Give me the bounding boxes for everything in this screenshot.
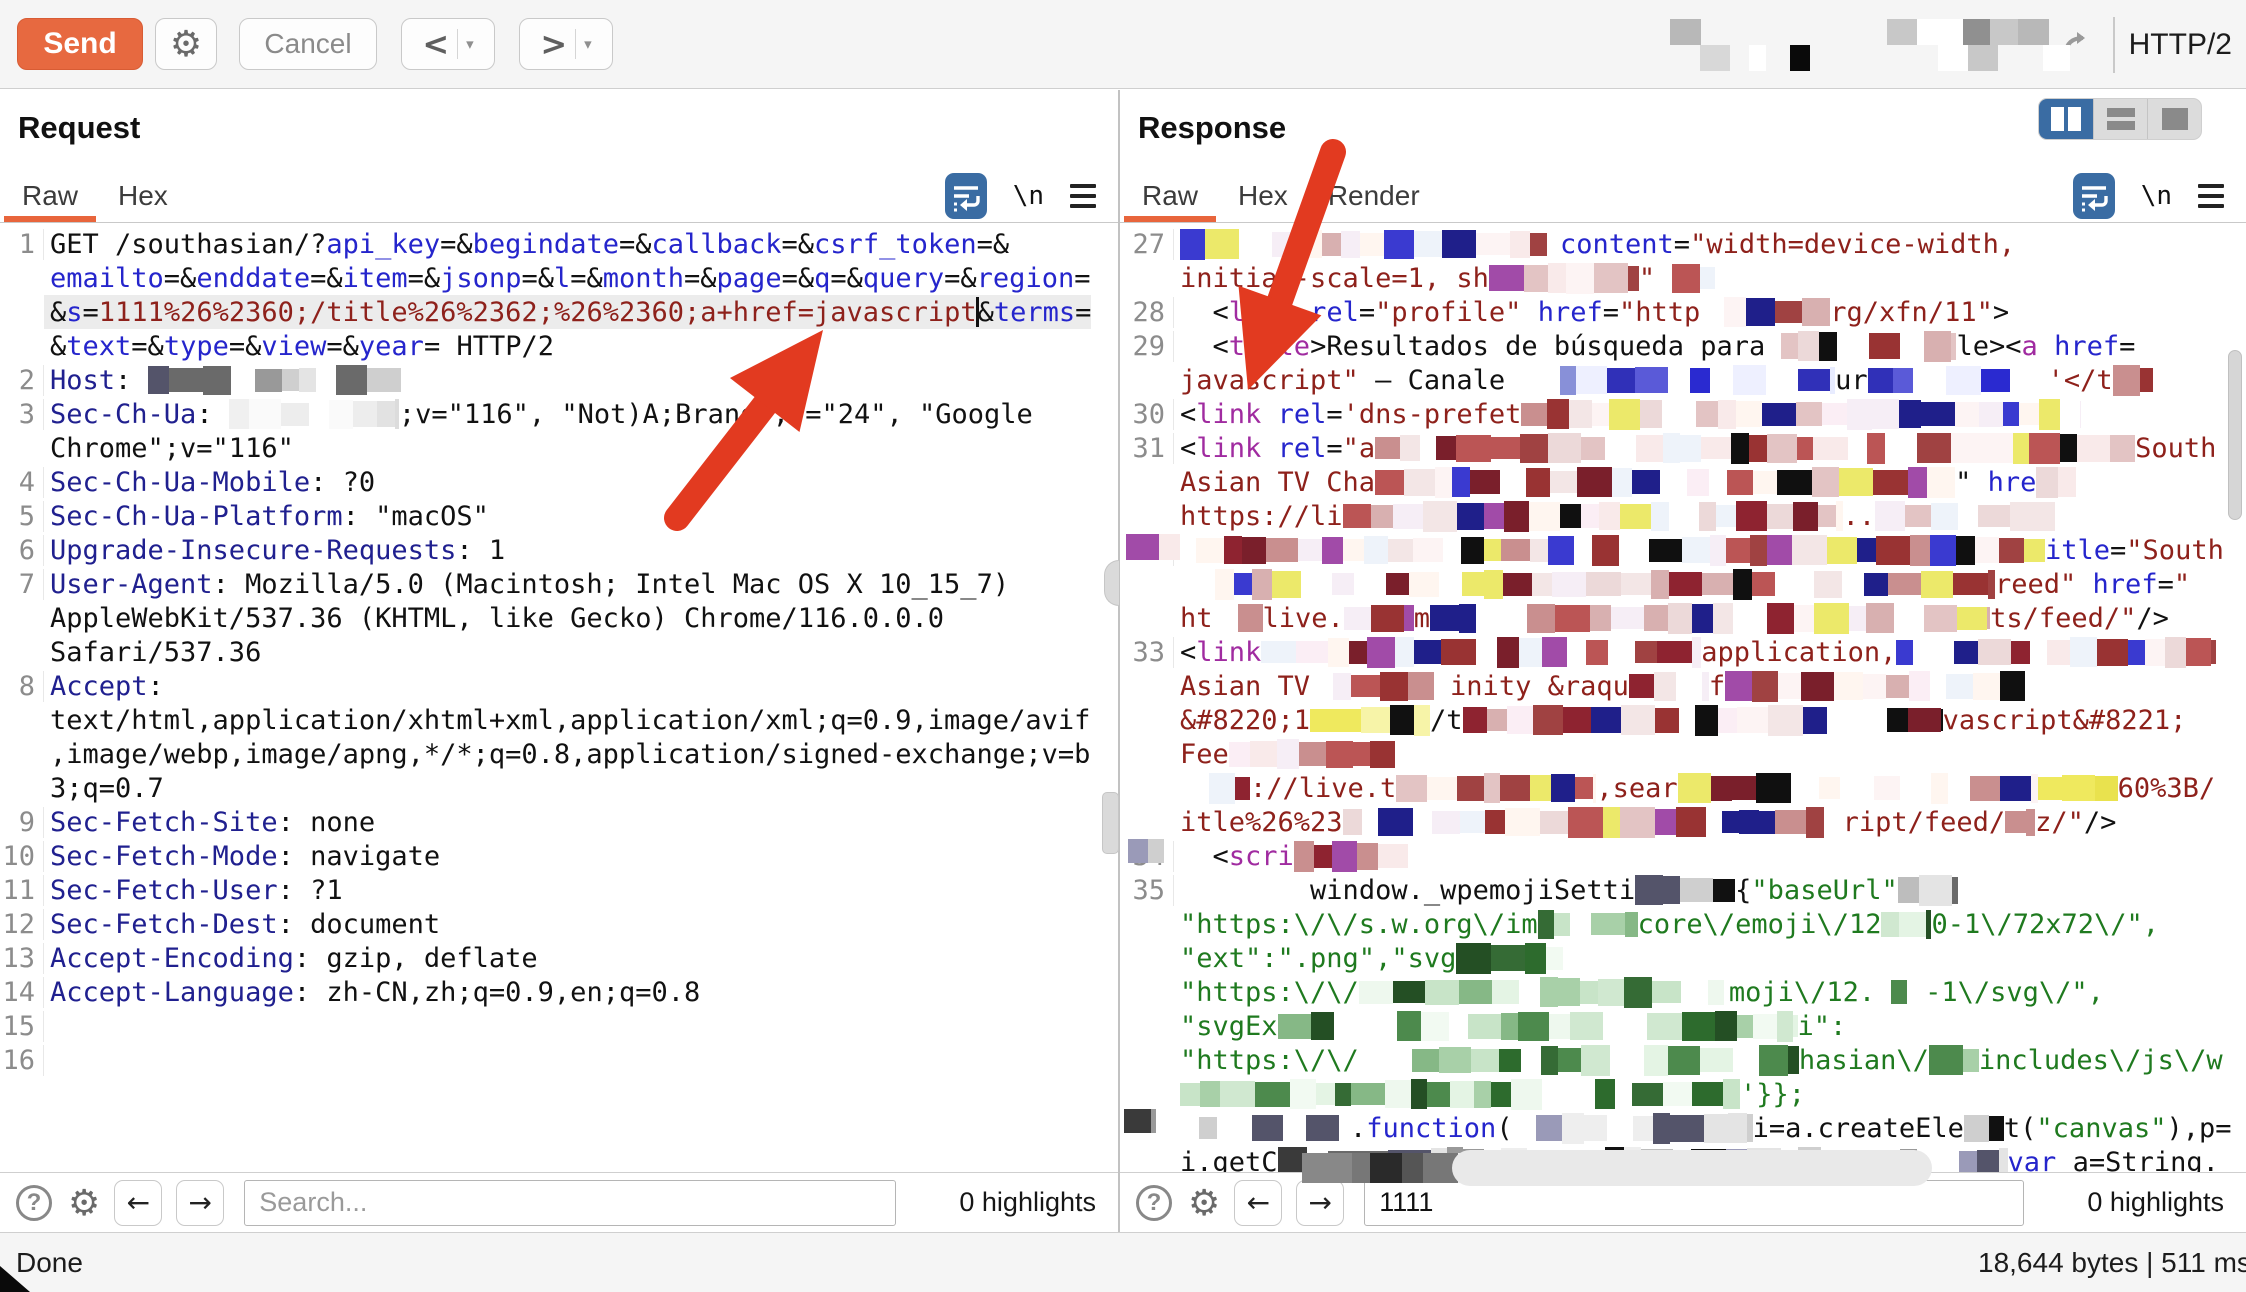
word-wrap-icon[interactable] [2072,173,2115,219]
redaction-mosaic [1126,533,1180,561]
response-panel-header: Response Raw Hex Render \n [1120,90,2246,223]
cancel-button[interactable]: Cancel [239,18,377,70]
redaction-mosaic [1128,838,1164,864]
find-previous-button[interactable]: ← [114,1179,163,1226]
burp-repeater-window: Send ⚙ Cancel < ▾ > ▾ HTTP/2 Request Raw… [0,0,2246,1292]
search-settings-gear-icon[interactable]: ⚙ [1188,1182,1220,1224]
http-version-label: HTTP/2 [2128,27,2232,61]
back-chevron-icon: < [422,25,450,63]
history-forward-button[interactable]: > ▾ [519,18,613,70]
response-panel: Response Raw Hex Render \n 27 content = … [1120,90,2246,1232]
request-tab-hex[interactable]: Hex [100,170,186,222]
request-editor[interactable]: 1 GET /southasian/? api_key =& begindate =& ca… [0,223,1118,1172]
divider-handle[interactable] [1104,560,1119,606]
help-icon[interactable]: ? [1136,1184,1172,1221]
redaction-mosaic [1670,16,2070,74]
layout-rows-button[interactable] [2093,99,2147,139]
response-editor[interactable]: 27 content = "width=device-width, initial-sc… [1120,223,2246,1172]
forward-dropdown-icon[interactable]: ▾ [584,35,592,53]
menu-icon[interactable] [2198,184,2224,208]
find-previous-button[interactable]: ← [1234,1179,1283,1226]
response-stats: 18,644 bytes | 511 ms [1978,1247,2246,1278]
layout-single-button[interactable] [2147,99,2201,139]
history-back-button[interactable]: < ▾ [401,18,495,70]
request-title: Request [18,110,141,145]
target-area: HTTP/2 [2057,0,2246,89]
response-tabs: Raw Hex Render \n [1120,170,2246,222]
find-next-button[interactable]: → [176,1179,225,1226]
newline-toggle[interactable]: \n [2141,181,2172,211]
response-scrollbar[interactable] [2228,350,2242,520]
status-bar: Done 18,644 bytes | 511 ms [0,1232,2246,1292]
divider-handle[interactable] [1102,792,1119,854]
response-tab-render[interactable]: Render [1310,170,1438,222]
help-icon[interactable]: ? [16,1184,52,1221]
status-message: Done [16,1247,83,1278]
request-tab-raw[interactable]: Raw [4,170,97,222]
back-dropdown-icon[interactable]: ▾ [466,35,474,53]
redaction-mosaic [1124,1108,1156,1134]
word-wrap-icon[interactable] [944,173,987,219]
send-button[interactable]: Send [17,18,143,70]
menu-icon[interactable] [1070,184,1096,208]
redaction-blob [1452,1150,1932,1186]
layout-toggle [2038,98,2202,140]
gear-icon: ⚙ [169,23,203,64]
request-tabs: Raw Hex \n [0,170,1118,222]
response-highlights-count: 0 highlights [2087,1187,2224,1217]
response-tab-hex[interactable]: Hex [1220,170,1306,222]
search-settings-gear-icon[interactable]: ⚙ [68,1182,100,1224]
response-search-input[interactable] [1364,1179,2024,1226]
find-next-button[interactable]: → [1296,1179,1345,1226]
request-highlights-count: 0 highlights [959,1187,1096,1217]
response-tab-raw[interactable]: Raw [1124,170,1217,222]
request-panel: Request Raw Hex \n 1 GET /southasian/? a… [0,90,1118,1232]
request-panel-header: Request Raw Hex \n [0,90,1118,223]
newline-toggle[interactable]: \n [1013,181,1044,211]
forward-chevron-icon: > [540,25,568,63]
request-find-bar: ? ⚙ ← → 0 highlights [0,1172,1118,1232]
request-search-input[interactable] [244,1179,896,1226]
request-settings-button[interactable]: ⚙ [155,18,217,70]
layout-columns-button[interactable] [2039,99,2093,139]
